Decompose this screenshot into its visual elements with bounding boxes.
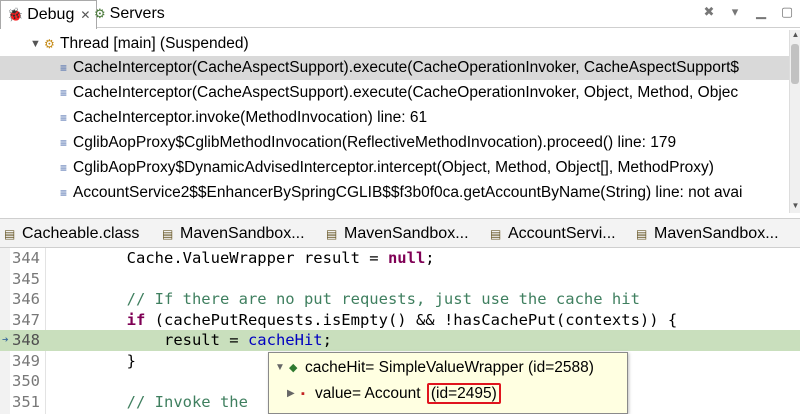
- current-execution-line[interactable]: ➔ 348 result = cacheHit;: [0, 330, 800, 351]
- popup-child-label: value= Account: [315, 385, 425, 402]
- minimize-icon[interactable]: ▁: [752, 4, 770, 20]
- line-number: 346: [12, 290, 40, 308]
- editor-tab[interactable]: ▤ MavenSandbox...: [632, 219, 800, 248]
- code-text: result = cacheHit;: [52, 331, 332, 349]
- stack-frame-label: CacheInterceptor(CacheAspectSupport).exe…: [73, 59, 740, 76]
- stack-frame[interactable]: ≡ CacheInterceptor(CacheAspectSupport).e…: [0, 56, 790, 80]
- remove-terminated-icon[interactable]: ✖: [700, 4, 718, 20]
- stack-frame-label: CglibAopProxy$DynamicAdvisedInterceptor.…: [73, 159, 714, 176]
- local-variable-icon: ◆: [289, 362, 298, 374]
- editor-tab-label: MavenSandbox...: [180, 224, 305, 242]
- thread-label: Thread [main] (Suspended): [60, 35, 249, 52]
- class-file-icon: ▤: [4, 226, 16, 241]
- chevron-down-icon[interactable]: ▼: [275, 355, 285, 381]
- stack-frame-icon: ≡: [60, 86, 68, 100]
- popup-root-label: cacheHit= SimpleValueWrapper (id=2588): [305, 359, 594, 376]
- private-field-icon: ▪: [301, 388, 305, 400]
- editor-tab[interactable]: ▤ AccountServi...: [486, 219, 632, 248]
- line-number: 350: [12, 372, 40, 390]
- variable-hover-popup[interactable]: ▼ ◆ cacheHit= SimpleValueWrapper (id=258…: [268, 352, 628, 414]
- stack-frame-icon: ≡: [60, 161, 68, 175]
- stack-tree: ▼ ⚙ Thread [main] (Suspended) ≡ CacheInt…: [0, 30, 790, 213]
- code-text: // If there are no put requests, just us…: [126, 290, 640, 308]
- debug-view: 🐞 Debug ✕ ⚙ Servers ✖ ▾ ▁ ▢ ▼ ⚙ Thread […: [0, 0, 800, 213]
- stack-frame[interactable]: ≡ CglibAopProxy$CglibMethodInvocation(Re…: [0, 131, 790, 155]
- line-number: 347: [12, 310, 40, 329]
- thread-row[interactable]: ▼ ⚙ Thread [main] (Suspended): [0, 32, 790, 56]
- editor-tab[interactable]: ▤ MavenSandbox...: [322, 219, 480, 248]
- debug-view-tabbar: 🐞 Debug ✕ ⚙ Servers ✖ ▾ ▁ ▢: [0, 0, 800, 29]
- stack-frame-label: AccountService2$$EnhancerBySpringCGLIB$$…: [73, 184, 743, 201]
- line-number: 348: [12, 331, 40, 349]
- java-file-icon: ▤: [326, 226, 338, 241]
- editor-tab-label: AccountServi...: [508, 224, 616, 242]
- code-line[interactable]: 345: [0, 269, 800, 290]
- line-number: 349: [12, 351, 40, 370]
- line-number: 345: [12, 269, 40, 288]
- highlighted-object-id: (id=2495): [426, 383, 501, 404]
- tab-servers-label: Servers: [109, 5, 165, 22]
- scroll-up-icon[interactable]: ▲: [790, 30, 800, 42]
- stack-frame[interactable]: ≡ CglibAopProxy$DynamicAdvisedIntercepto…: [0, 156, 790, 180]
- editor-tab-label: MavenSandbox...: [654, 224, 779, 242]
- view-toolbar: ✖ ▾ ▁ ▢: [700, 4, 796, 20]
- stack-frame[interactable]: ≡ AccountService2$$EnhancerBySpringCGLIB…: [0, 181, 790, 205]
- editor-tab[interactable]: ▤ MavenSandbox...: [158, 219, 316, 248]
- java-file-icon: ▤: [162, 226, 174, 241]
- code-line[interactable]: 344 Cache.ValueWrapper result = null;: [0, 248, 800, 269]
- editor-tab[interactable]: ▤ Cacheable.class: [0, 219, 150, 248]
- code-text: }: [52, 351, 136, 370]
- vertical-scrollbar[interactable]: ▲ ▼: [789, 30, 800, 213]
- code-text: // Invoke the: [126, 392, 248, 411]
- chevron-down-icon[interactable]: ▼: [30, 32, 41, 56]
- code-line[interactable]: 346 // If there are no put requests, jus…: [0, 289, 800, 310]
- editor-tab-label: MavenSandbox...: [344, 224, 469, 242]
- stack-frame-icon: ≡: [60, 136, 68, 150]
- tab-servers[interactable]: ⚙ Servers: [88, 0, 171, 28]
- tab-debug[interactable]: 🐞 Debug ✕: [0, 0, 98, 29]
- java-file-icon: ▤: [636, 226, 648, 241]
- view-menu-icon[interactable]: ▾: [726, 4, 744, 20]
- popup-child-text: value= Account (id=2495): [315, 381, 501, 407]
- stack-frame-icon: ≡: [60, 61, 68, 75]
- instruction-pointer-icon: ➔: [2, 333, 9, 346]
- stack-frame[interactable]: ≡ CacheInterceptor.invoke(MethodInvocati…: [0, 106, 790, 130]
- stack-frame-label: CacheInterceptor.invoke(MethodInvocation…: [73, 109, 428, 126]
- editor-tab-label: Cacheable.class: [22, 224, 140, 242]
- line-number: 351: [12, 392, 40, 411]
- line-number: 344: [12, 249, 40, 267]
- scrollbar-thumb[interactable]: [791, 44, 799, 84]
- stack-frame[interactable]: ≡ CacheInterceptor(CacheAspectSupport).e…: [0, 81, 790, 105]
- servers-icon: ⚙: [94, 6, 106, 21]
- thread-icon: ⚙: [44, 37, 55, 51]
- stack-frame-icon: ≡: [60, 186, 68, 200]
- tab-debug-label: Debug: [27, 6, 75, 23]
- stack-frame-label: CglibAopProxy$CglibMethodInvocation(Refl…: [73, 134, 677, 151]
- java-file-icon: ▤: [490, 226, 502, 241]
- stack-frame-label: CacheInterceptor(CacheAspectSupport).exe…: [73, 84, 739, 101]
- editor-tabbar: ▤ Cacheable.class ▤ MavenSandbox... ▤ Ma…: [0, 218, 800, 248]
- chevron-right-icon[interactable]: ▶: [287, 381, 295, 407]
- maximize-icon[interactable]: ▢: [778, 4, 796, 20]
- code-line[interactable]: 347 if (cachePutRequests.isEmpty() && !h…: [0, 310, 800, 331]
- code-text: Cache.ValueWrapper result = null;: [52, 249, 435, 267]
- popup-child-row[interactable]: ▶ ▪ value= Account (id=2495): [269, 381, 627, 407]
- stack-frame-icon: ≡: [60, 111, 68, 125]
- code-text: if (cachePutRequests.isEmpty() && !hasCa…: [126, 310, 678, 329]
- scroll-down-icon[interactable]: ▼: [790, 201, 800, 213]
- popup-root-row[interactable]: ▼ ◆ cacheHit= SimpleValueWrapper (id=258…: [269, 355, 627, 381]
- debug-icon: 🐞: [7, 7, 24, 22]
